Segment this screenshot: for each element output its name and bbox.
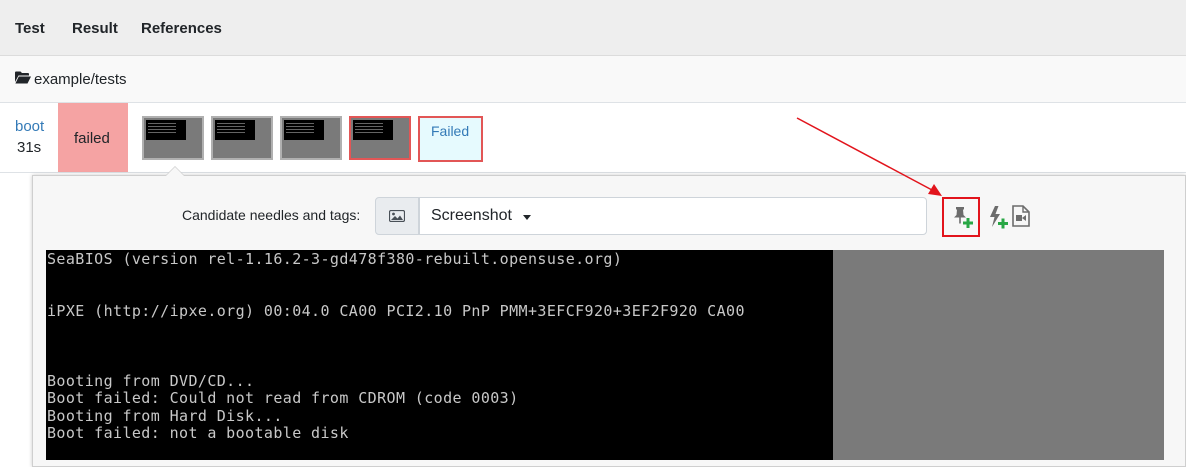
step-thumbnail-3[interactable] [280,116,342,160]
test-duration: 31s [17,139,42,156]
console-line: Booting from DVD/CD... [47,372,255,390]
pin-add-icon [954,207,973,228]
test-name-link[interactable]: boot [15,118,44,135]
console-line: Booting from Hard Disk... [47,407,283,425]
bolt-add-icon[interactable] [988,205,1012,231]
chevron-down-icon [523,215,531,220]
folder-open-icon [15,71,31,84]
column-references[interactable]: References [141,20,222,37]
failed-step-box[interactable]: Failed [418,116,483,162]
console-line: Boot failed: not a bootable disk [47,424,349,442]
image-icon-button[interactable] [375,197,419,235]
candidate-needles-label: Candidate needles and tags: [182,207,361,223]
selected-candidate: Screenshot [431,207,512,224]
test-row: boot 31s failed Failed [0,103,1186,173]
video-file-icon[interactable] [1012,205,1030,227]
create-needle-button[interactable] [942,197,980,237]
test-result-cell: failed [58,103,128,172]
console-line: Boot failed: Could not read from CDROM (… [47,389,519,407]
screenshot-background [833,250,1164,460]
candidate-needles-select[interactable]: Screenshot [419,197,927,235]
step-thumbnail-1[interactable] [142,116,204,160]
image-icon [389,210,405,222]
results-table-header: Test Result References [0,0,1186,56]
console-screenshot[interactable]: SeaBIOS (version rel-1.16.2-3-gd478f380-… [46,250,833,460]
step-thumbnail-4-failed[interactable] [349,116,411,160]
console-line: SeaBIOS (version rel-1.16.2-3-gd478f380-… [47,250,623,268]
column-result[interactable]: Result [72,20,118,37]
console-line: iPXE (http://ipxe.org) 00:04.0 CA00 PCI2… [47,302,745,320]
directory-path: example/tests [34,71,127,88]
step-thumbnail-2[interactable] [211,116,273,160]
test-result-label: failed [74,130,110,147]
column-test[interactable]: Test [15,20,45,37]
failed-step-link[interactable]: Failed [431,123,469,139]
directory-row: example/tests [0,56,1186,103]
